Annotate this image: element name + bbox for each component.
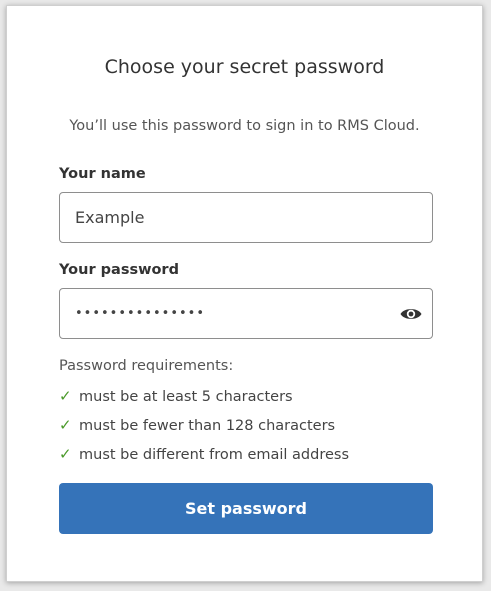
requirement-text: must be at least 5 characters — [79, 389, 293, 405]
check-icon: ✓ — [59, 387, 72, 405]
requirement-item: ✓ must be different from email address — [59, 445, 349, 474]
requirements-list: ✓ must be at least 5 characters ✓ must be … — [59, 387, 349, 474]
page-title: Choose your secret password — [104, 56, 385, 78]
page-subtitle: You’ll use this password to sign in to R… — [69, 118, 420, 134]
password-label: Your password — [59, 262, 179, 278]
check-icon: ✓ — [59, 416, 72, 434]
password-field-container — [59, 288, 433, 339]
name-field[interactable] — [75, 193, 375, 242]
name-label: Your name — [59, 166, 146, 182]
name-field-container — [59, 192, 433, 243]
set-password-card: Choose your secret password You’ll use t… — [6, 5, 483, 582]
requirement-item: ✓ must be fewer than 128 characters — [59, 416, 349, 445]
requirement-text: must be different from email address — [79, 447, 350, 463]
requirements-heading: Password requirements: — [59, 358, 234, 374]
check-icon: ✓ — [59, 445, 72, 463]
requirement-item: ✓ must be at least 5 characters — [59, 387, 349, 416]
requirement-text: must be fewer than 128 characters — [79, 418, 336, 434]
set-password-button[interactable]: Set password — [59, 483, 433, 534]
eye-icon[interactable] — [399, 303, 423, 325]
password-field[interactable] — [75, 289, 375, 338]
